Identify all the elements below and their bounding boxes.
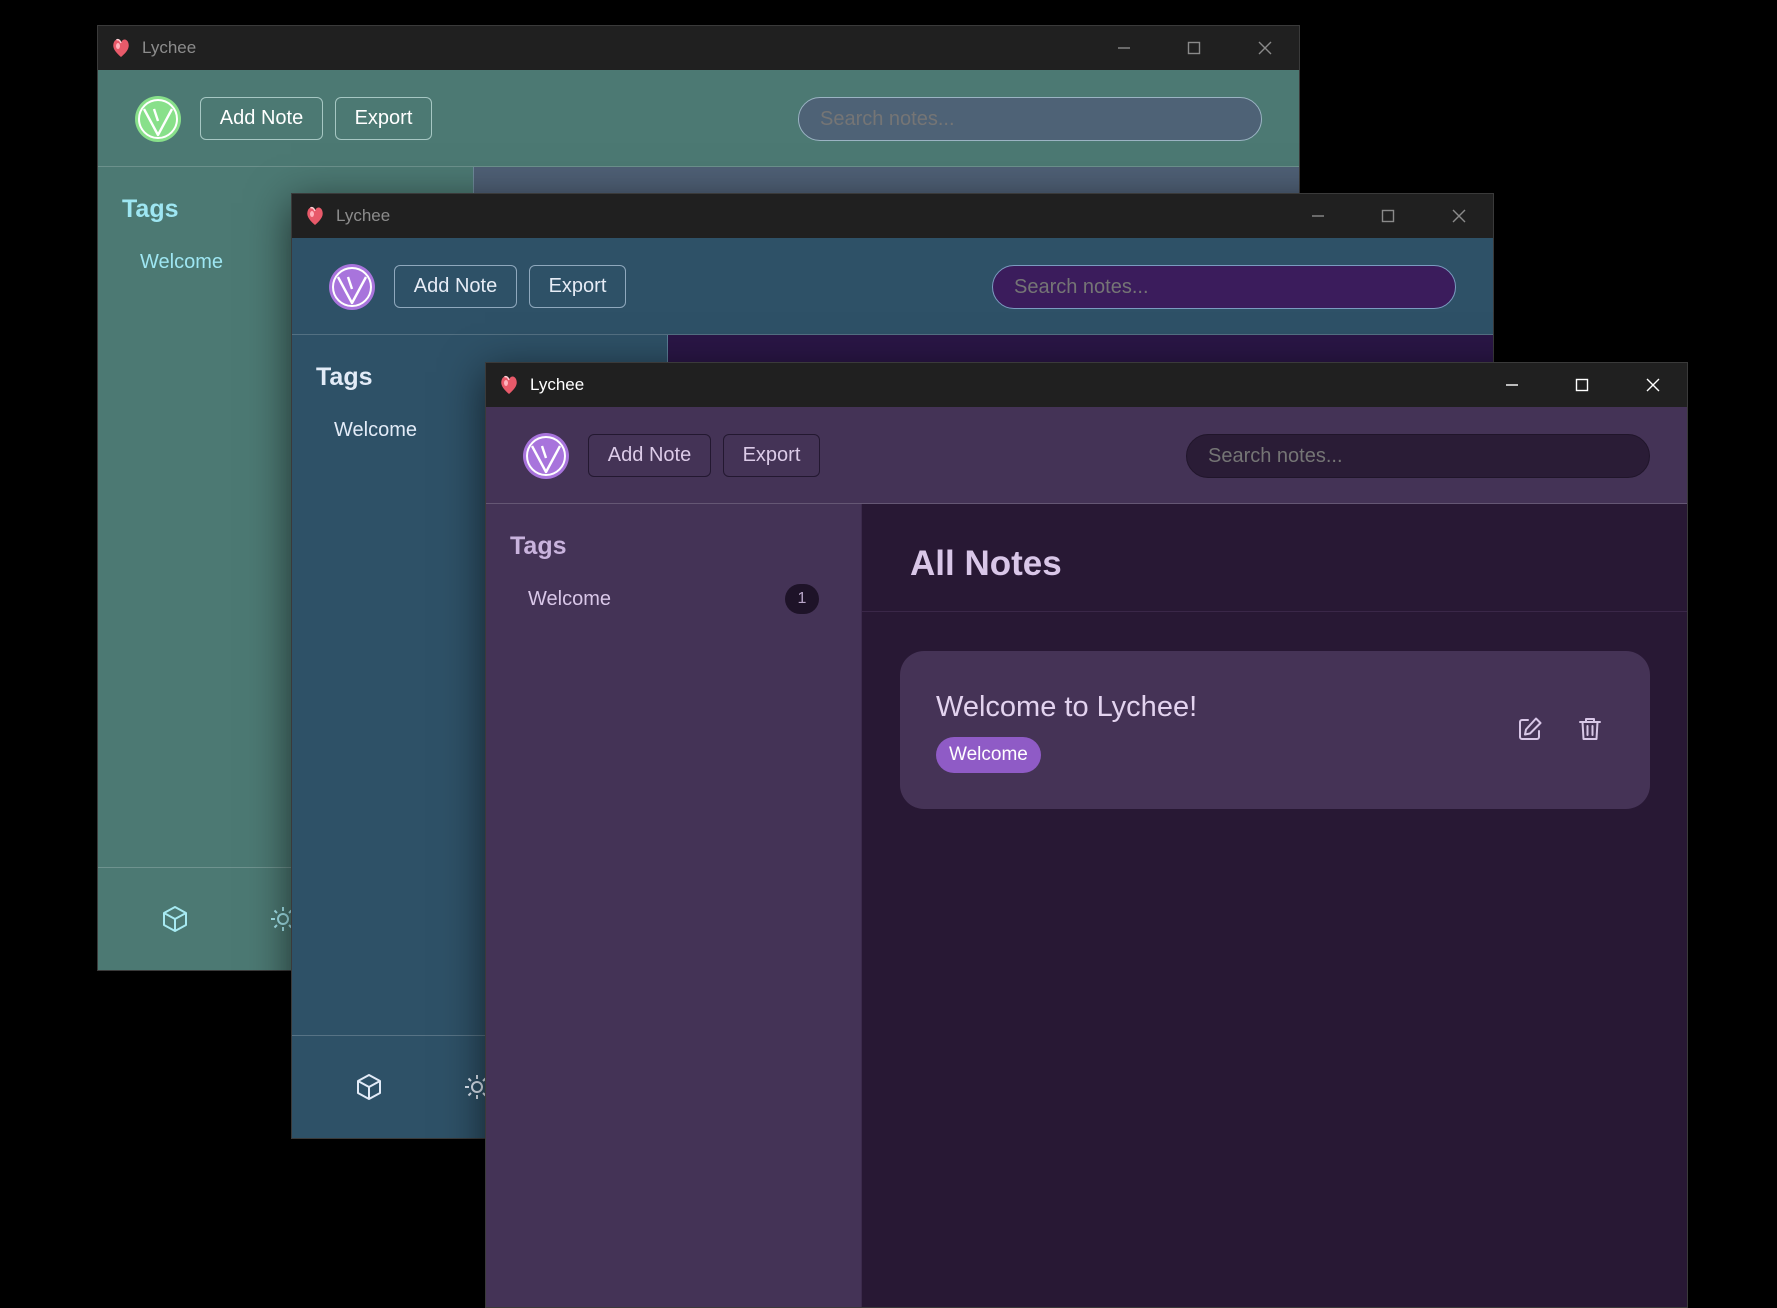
- titlebar[interactable]: Lychee: [486, 363, 1687, 407]
- export-button[interactable]: Export: [723, 434, 820, 477]
- tags-sidebar: Tags Welcome 1: [486, 504, 861, 1307]
- close-icon: [1452, 209, 1466, 223]
- main-header: All Notes: [862, 504, 1687, 612]
- note-title: Welcome to Lychee!: [936, 691, 1198, 723]
- tags-title: Tags: [510, 532, 567, 560]
- close-button[interactable]: [1621, 363, 1685, 407]
- trash-icon[interactable]: [1576, 715, 1604, 743]
- edit-icon[interactable]: [1516, 715, 1544, 743]
- v-logo-icon: [523, 433, 569, 479]
- close-icon: [1258, 41, 1272, 55]
- main-panel: [667, 335, 1493, 365]
- add-note-button[interactable]: Add Note: [394, 265, 517, 308]
- sidebar-item-label: Welcome: [528, 587, 611, 610]
- tags-title: Tags: [122, 195, 179, 223]
- main-panel: All Notes Welcome to Lychee! Welcome: [861, 504, 1687, 1307]
- sidebar-item-welcome[interactable]: Welcome 1: [504, 579, 819, 619]
- app-header: Add Note Export: [98, 70, 1299, 167]
- cube-icon[interactable]: [354, 1072, 384, 1102]
- tag-count-badge: 1: [785, 584, 819, 614]
- export-button[interactable]: Export: [335, 97, 432, 140]
- lychee-app-icon: [113, 38, 129, 57]
- minimize-icon: [1506, 384, 1518, 386]
- search-input[interactable]: [1186, 434, 1650, 478]
- close-button[interactable]: [1427, 194, 1491, 238]
- sidebar-item-label: Welcome: [140, 250, 223, 273]
- app-header: Add Note Export: [292, 238, 1493, 335]
- window-purple: Lychee Add Note Export Tags Welcome 1 Al…: [485, 362, 1688, 1308]
- search-input[interactable]: [798, 97, 1262, 141]
- window-title: Lychee: [142, 38, 197, 57]
- tags-title: Tags: [316, 363, 373, 391]
- sidebar-item-label: Welcome: [334, 418, 417, 441]
- titlebar[interactable]: Lychee: [292, 194, 1493, 238]
- close-icon: [1646, 378, 1660, 392]
- app-header: Add Note Export: [486, 407, 1687, 504]
- v-logo-icon: [329, 264, 375, 310]
- lychee-app-icon: [501, 375, 517, 394]
- note-card[interactable]: Welcome to Lychee! Welcome: [900, 651, 1650, 809]
- window-title: Lychee: [336, 206, 391, 225]
- v-logo-icon: [135, 96, 181, 142]
- maximize-button[interactable]: [1356, 194, 1420, 238]
- cube-icon[interactable]: [160, 904, 190, 934]
- lychee-app-icon: [307, 206, 323, 225]
- maximize-icon: [1575, 378, 1589, 392]
- window-title: Lychee: [530, 375, 585, 394]
- add-note-button[interactable]: Add Note: [200, 97, 323, 140]
- maximize-button[interactable]: [1550, 363, 1614, 407]
- add-note-button[interactable]: Add Note: [588, 434, 711, 477]
- minimize-button[interactable]: [1092, 26, 1156, 70]
- minimize-icon: [1312, 215, 1324, 217]
- note-tag-badge[interactable]: Welcome: [936, 737, 1041, 773]
- maximize-button[interactable]: [1162, 26, 1226, 70]
- minimize-button[interactable]: [1286, 194, 1350, 238]
- minimize-icon: [1118, 47, 1130, 49]
- titlebar[interactable]: Lychee: [98, 26, 1299, 70]
- search-input[interactable]: [992, 265, 1456, 309]
- minimize-button[interactable]: [1480, 363, 1544, 407]
- page-title: All Notes: [910, 544, 1062, 583]
- maximize-icon: [1381, 209, 1395, 223]
- maximize-icon: [1187, 41, 1201, 55]
- close-button[interactable]: [1233, 26, 1297, 70]
- export-button[interactable]: Export: [529, 265, 626, 308]
